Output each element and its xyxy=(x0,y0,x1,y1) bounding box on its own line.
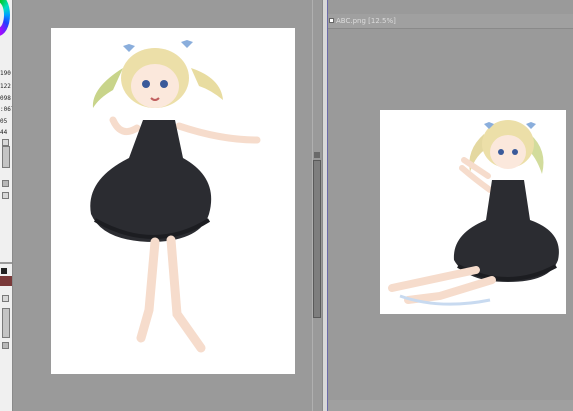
color-value-5: 05 xyxy=(0,118,8,125)
document-icon xyxy=(329,18,334,23)
illustration-sitting-girl xyxy=(388,120,559,306)
color-value-3: 098 xyxy=(0,95,11,102)
color-value-1: 190 xyxy=(0,70,11,77)
left-canvas-paper[interactable] xyxy=(51,28,295,374)
color-value-6: 44 xyxy=(0,129,8,136)
illustration-standing-girl xyxy=(90,40,261,353)
slider-a-down-button[interactable] xyxy=(2,180,9,187)
right-window-title: ABC.png [12.5%] xyxy=(336,17,396,25)
slider-b-thumb[interactable] xyxy=(2,308,10,338)
panel-option-button[interactable] xyxy=(2,192,9,199)
slider-a-up-button[interactable] xyxy=(2,139,9,146)
color-value-4: :067 xyxy=(0,106,12,113)
background-color-swatch[interactable] xyxy=(0,276,12,286)
right-canvas-paper[interactable] xyxy=(380,110,566,314)
panel-separator xyxy=(0,262,12,264)
scroll-up-arrow-icon[interactable] xyxy=(314,152,320,158)
color-value-2: 122 xyxy=(0,83,11,90)
left-tool-panel: 190 122 098 :067 05 44 xyxy=(0,0,13,411)
slider-b-down-button[interactable] xyxy=(2,342,9,349)
right-horizontal-scrollbar[interactable] xyxy=(328,400,573,411)
foreground-color-swatch[interactable] xyxy=(1,268,7,274)
slider-b-up-button[interactable] xyxy=(2,295,9,302)
left-vertical-scroll-thumb[interactable] xyxy=(313,160,321,318)
slider-a-thumb[interactable] xyxy=(2,146,10,168)
